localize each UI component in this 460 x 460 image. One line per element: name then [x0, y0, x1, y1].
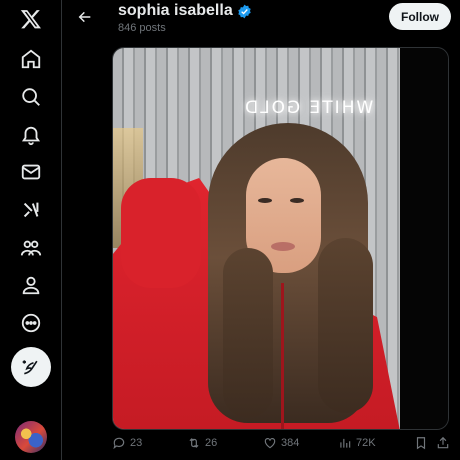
reply-count: 23	[130, 437, 143, 449]
more-icon[interactable]	[12, 304, 50, 342]
photo-lips	[271, 242, 295, 251]
post-actions: 23 26 384 72K	[112, 436, 449, 456]
main-column: sophia isabella 846 posts Follow WHITE G…	[63, 0, 460, 460]
messages-icon[interactable]	[12, 153, 50, 191]
photo-hair-front-right	[318, 238, 373, 413]
left-nav	[0, 0, 62, 460]
account-avatar[interactable]	[15, 421, 47, 453]
communities-icon[interactable]	[12, 229, 50, 267]
search-icon[interactable]	[12, 78, 50, 116]
heart-icon	[264, 438, 276, 449]
photo-dark-area	[400, 48, 448, 429]
photo-eye-right	[290, 198, 304, 203]
home-icon[interactable]	[12, 40, 50, 78]
compose-post-button[interactable]	[11, 347, 51, 387]
repost-icon	[189, 438, 199, 448]
photo-zipper	[281, 283, 284, 429]
bookmark-button[interactable]	[414, 436, 428, 450]
reply-button[interactable]: 23	[112, 436, 142, 450]
share-button[interactable]	[436, 436, 450, 450]
photo-arm	[121, 178, 201, 288]
like-button[interactable]: 384	[263, 436, 299, 450]
back-button[interactable]	[74, 6, 96, 28]
views-button[interactable]: 72K	[338, 436, 376, 450]
post-photo[interactable]: WHITE GOLD	[112, 47, 449, 430]
views-chart-icon	[340, 438, 351, 448]
compose-post-icon	[22, 360, 38, 375]
photo-hair-front-left	[223, 248, 273, 418]
back-arrow-icon	[78, 11, 91, 23]
post-count: 846 posts	[118, 22, 166, 34]
repost-count: 26	[205, 437, 218, 449]
reply-icon	[113, 437, 125, 450]
x-logo-icon[interactable]	[12, 0, 50, 38]
neon-sign-text: WHITE GOLD	[243, 98, 374, 118]
view-count: 72K	[356, 437, 376, 449]
repost-button[interactable]: 26	[187, 436, 217, 450]
profile-icon[interactable]	[12, 266, 50, 304]
notifications-icon[interactable]	[12, 116, 50, 154]
like-count: 384	[281, 437, 300, 449]
grok-icon[interactable]	[12, 191, 50, 229]
profile-name: sophia isabella	[118, 2, 233, 19]
title-row: sophia isabella	[118, 2, 252, 20]
share-icon	[437, 436, 449, 449]
verified-badge-icon	[238, 4, 251, 18]
bookmark-icon	[416, 437, 426, 450]
photo-eye-left	[258, 198, 272, 203]
profile-header: sophia isabella 846 posts Follow	[63, 0, 460, 40]
follow-button[interactable]: Follow	[389, 3, 451, 30]
